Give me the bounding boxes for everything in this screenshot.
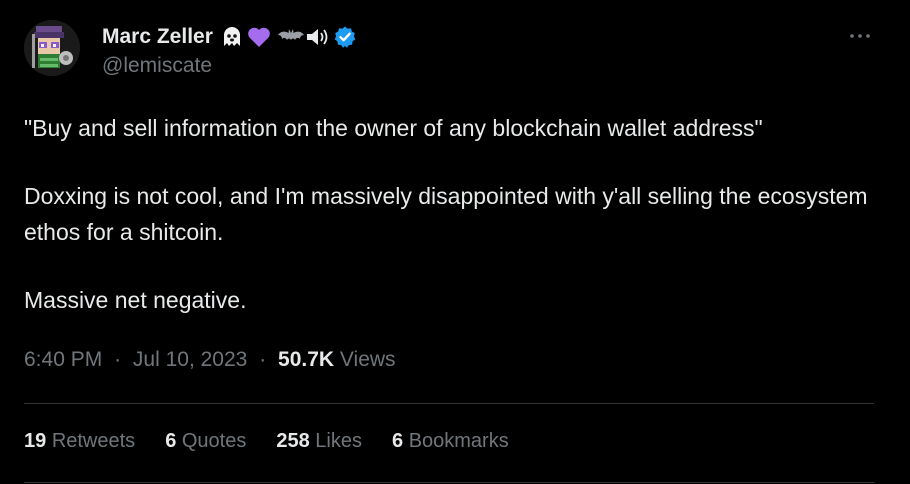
- tweet-date[interactable]: Jul 10, 2023: [133, 348, 247, 371]
- divider: [24, 482, 874, 483]
- meta-separator: ·: [259, 348, 267, 371]
- avatar[interactable]: [24, 20, 80, 76]
- retweets-label: Retweets: [51, 430, 136, 452]
- bookmarks-count: 6: [392, 430, 404, 452]
- quotes-label: Quotes: [181, 430, 247, 452]
- author-display-name[interactable]: Marc Zeller: [102, 25, 213, 49]
- ghost-icon: [221, 26, 243, 48]
- divider: [24, 403, 874, 404]
- tweet-meta: 6:40 PM · Jul 10, 2023 · 50.7K Views: [24, 348, 396, 372]
- ellipsis-icon: [850, 34, 870, 38]
- likes-count: 258: [276, 430, 310, 452]
- engagement-stats: 19 Retweets 6 Quotes 258 Likes 6 Bookmar…: [24, 430, 539, 453]
- purple-heart-icon: [247, 26, 271, 48]
- retweets-count: 19: [24, 430, 47, 452]
- likes-stat[interactable]: 258 Likes: [276, 430, 362, 453]
- tweet-paragraph: Massive net negative.: [24, 287, 247, 313]
- more-options-button[interactable]: [846, 24, 874, 48]
- quotes-stat[interactable]: 6 Quotes: [165, 430, 246, 453]
- quotes-count: 6: [165, 430, 177, 452]
- tweet-paragraph: "Buy and sell information on the owner o…: [24, 115, 763, 141]
- speaker-icon: [305, 26, 331, 48]
- author-handle[interactable]: @lemiscate: [102, 54, 212, 78]
- pixel-art-character-avatar-icon: [24, 20, 80, 76]
- meta-separator: ·: [114, 348, 122, 371]
- tweet-text: "Buy and sell information on the owner o…: [24, 110, 874, 318]
- likes-label: Likes: [315, 430, 362, 452]
- verified-badge-icon: [333, 25, 357, 49]
- author-name-row: Marc Zeller: [102, 22, 357, 52]
- views-count: 50.7K: [278, 348, 335, 371]
- bookmarks-stat[interactable]: 6 Bookmarks: [392, 430, 509, 453]
- tweet-time[interactable]: 6:40 PM: [24, 348, 102, 371]
- tweet-paragraph: Doxxing is not cool, and I'm massively d…: [24, 183, 868, 245]
- bat-icon: [277, 27, 305, 47]
- retweets-stat[interactable]: 19 Retweets: [24, 430, 135, 453]
- views-label: Views: [339, 348, 396, 371]
- bookmarks-label: Bookmarks: [408, 430, 509, 452]
